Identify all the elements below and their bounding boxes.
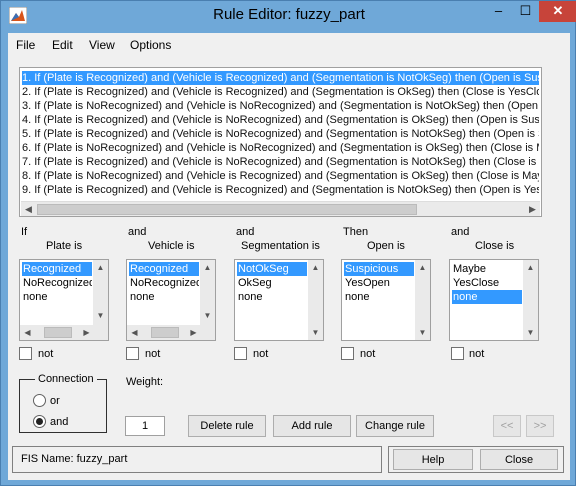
and-label: and xyxy=(236,226,255,238)
or-label: or xyxy=(50,395,60,407)
then-label: Then xyxy=(343,226,369,238)
segmentation-listbox[interactable]: NotOkSeg OkSeg none ▲ ▼ xyxy=(234,259,324,341)
vertical-scrollbar[interactable]: ▲ ▼ xyxy=(308,260,323,340)
weight-input[interactable]: 1 xyxy=(125,416,165,436)
previous-button[interactable]: << xyxy=(493,415,521,437)
if-label: If xyxy=(21,226,28,238)
rule-item[interactable]: 7. If (Plate is Recognized) and (Vehicle… xyxy=(22,155,539,169)
list-item[interactable]: OkSeg xyxy=(237,276,307,290)
list-item[interactable]: YesClose xyxy=(452,276,522,290)
menu-file[interactable]: File xyxy=(16,38,35,52)
minimize-button[interactable]: – xyxy=(485,1,512,22)
plate-listbox[interactable]: Recognized NoRecognized none ▲ ▼ ◀ ▶ xyxy=(19,259,109,341)
menu-edit[interactable]: Edit xyxy=(52,38,73,52)
editor-panel: 1. If (Plate is Recognized) and (Vehicle… xyxy=(8,58,570,480)
not-label: not xyxy=(469,348,485,360)
list-item[interactable]: Maybe xyxy=(452,262,522,276)
not-label: not xyxy=(38,348,54,360)
list-item[interactable]: NotOkSeg xyxy=(237,262,307,276)
vertical-scrollbar[interactable]: ▲ ▼ xyxy=(93,260,108,340)
list-item[interactable]: none xyxy=(237,290,307,304)
open-listbox[interactable]: Suspicious YesOpen none ▲ ▼ xyxy=(341,259,431,341)
rule-item[interactable]: 4. If (Plate is Recognized) and (Vehicle… xyxy=(22,113,539,127)
vertical-scrollbar[interactable]: ▲ ▼ xyxy=(200,260,215,340)
list-item[interactable]: Suspicious xyxy=(344,262,414,276)
close-not-checkbox[interactable] xyxy=(451,347,464,360)
list-item[interactable]: none xyxy=(129,290,199,304)
help-button[interactable]: Help xyxy=(393,449,473,470)
list-item[interactable]: Recognized xyxy=(22,262,92,276)
list-item[interactable]: NoRecognized xyxy=(22,276,92,290)
not-label: not xyxy=(253,348,269,360)
vehicle-label: Vehicle is xyxy=(148,240,195,252)
radio-selected-dot-icon xyxy=(36,418,43,425)
list-item[interactable]: Recognized xyxy=(129,262,199,276)
maximize-button[interactable]: ☐ xyxy=(512,1,539,22)
status-bar: FIS Name: fuzzy_part xyxy=(12,446,382,473)
and-label: and xyxy=(451,226,470,238)
segmentation-not-checkbox[interactable] xyxy=(234,347,247,360)
open-label: Open is xyxy=(367,240,405,252)
and-label: and xyxy=(128,226,147,238)
close-label: Close is xyxy=(475,240,515,252)
horizontal-scrollbar[interactable]: ◀ ▶ xyxy=(127,325,201,340)
open-not-checkbox[interactable] xyxy=(341,347,354,360)
rule-item[interactable]: 3. If (Plate is NoRecognized) and (Vehic… xyxy=(22,99,539,113)
rule-list-horizontal-scrollbar[interactable]: ◀ ▶ xyxy=(21,201,540,216)
scroll-left-arrow-icon[interactable]: ◀ xyxy=(21,202,36,217)
change-rule-button[interactable]: Change rule xyxy=(356,415,434,437)
add-rule-button[interactable]: Add rule xyxy=(273,415,351,437)
vehicle-not-checkbox[interactable] xyxy=(126,347,139,360)
next-button[interactable]: >> xyxy=(526,415,554,437)
close-window-button[interactable]: ✕ xyxy=(539,1,576,22)
not-label: not xyxy=(360,348,376,360)
rule-editor-window: Rule Editor: fuzzy_part – ☐ ✕ File Edit … xyxy=(0,0,576,486)
list-item[interactable]: none xyxy=(452,290,522,304)
scroll-right-arrow-icon[interactable]: ▶ xyxy=(525,202,540,217)
weight-label: Weight: xyxy=(126,376,164,388)
close-button[interactable]: Close xyxy=(480,449,558,470)
connection-title: Connection xyxy=(35,373,97,385)
not-label: not xyxy=(145,348,161,360)
rule-list[interactable]: 1. If (Plate is Recognized) and (Vehicle… xyxy=(19,67,542,217)
list-item[interactable]: none xyxy=(22,290,92,304)
rule-item[interactable]: 2. If (Plate is Recognized) and (Vehicle… xyxy=(22,85,539,99)
delete-rule-button[interactable]: Delete rule xyxy=(188,415,266,437)
vertical-scrollbar[interactable]: ▲ ▼ xyxy=(523,260,538,340)
and-radio[interactable] xyxy=(33,415,46,428)
vertical-scrollbar[interactable]: ▲ ▼ xyxy=(415,260,430,340)
list-item[interactable]: YesOpen xyxy=(344,276,414,290)
list-item[interactable]: none xyxy=(344,290,414,304)
and-connection-label: and xyxy=(50,416,69,428)
rule-item[interactable]: 6. If (Plate is NoRecognized) and (Vehic… xyxy=(22,141,539,155)
rule-item[interactable]: 5. If (Plate is Recognized) and (Vehicle… xyxy=(22,127,539,141)
segmentation-label: Segmentation is xyxy=(241,240,320,252)
menu-view[interactable]: View xyxy=(89,38,115,52)
rule-item[interactable]: 8. If (Plate is NoRecognized) and (Vehic… xyxy=(22,169,539,183)
plate-label: Plate is xyxy=(46,240,83,252)
menu-options[interactable]: Options xyxy=(130,38,171,52)
title-bar: Rule Editor: fuzzy_part – ☐ ✕ xyxy=(1,1,576,32)
menu-bar: File Edit View Options xyxy=(8,33,570,58)
rule-item[interactable]: 1. If (Plate is Recognized) and (Vehicle… xyxy=(22,71,539,85)
or-radio[interactable] xyxy=(33,394,46,407)
list-item[interactable]: NoRecognized xyxy=(129,276,199,290)
rule-item[interactable]: 9. If (Plate is Recognized) and (Vehicle… xyxy=(22,183,539,197)
horizontal-scrollbar[interactable]: ◀ ▶ xyxy=(20,325,94,340)
plate-not-checkbox[interactable] xyxy=(19,347,32,360)
scrollbar-thumb[interactable] xyxy=(37,204,417,215)
close-listbox[interactable]: Maybe YesClose none ▲ ▼ xyxy=(449,259,539,341)
vehicle-listbox[interactable]: Recognized NoRecognized none ▲ ▼ ◀ ▶ xyxy=(126,259,216,341)
connection-group: Connection or and xyxy=(19,373,107,433)
